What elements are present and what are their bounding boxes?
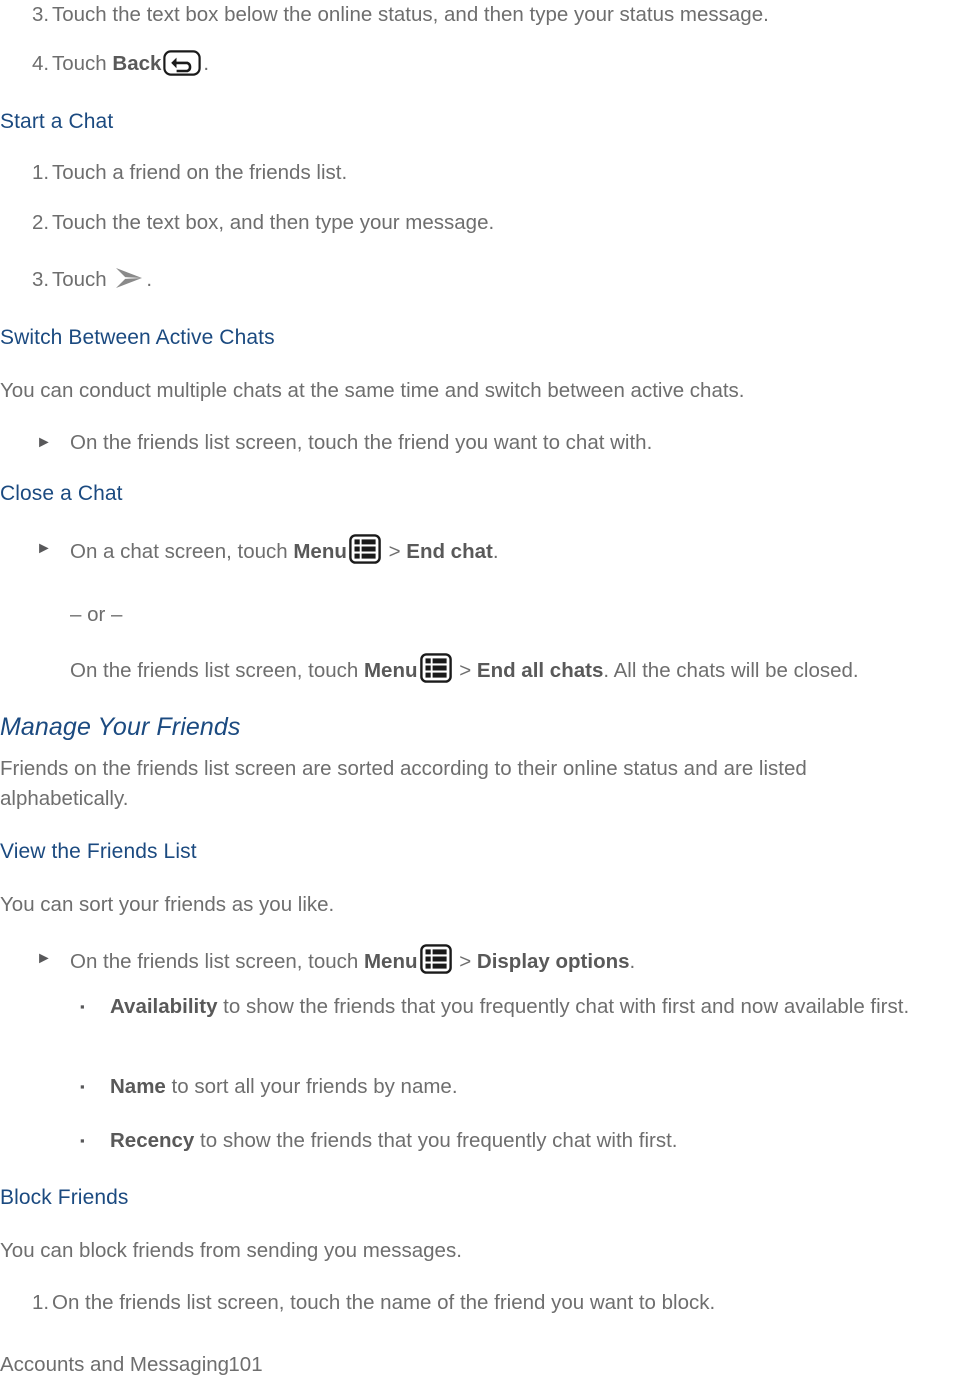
section-heading-view-the-friends-list: View the Friends List xyxy=(0,840,197,863)
menu-label: Menu xyxy=(363,950,418,973)
paragraph-switch: You can conduct multiple chats at the sa… xyxy=(0,379,745,402)
end-all-chats-label: End all chats xyxy=(476,659,604,682)
name-label: Name xyxy=(110,1075,166,1098)
menu-label: Menu xyxy=(363,659,418,682)
name-desc: to sort all your friends by name. xyxy=(165,1075,458,1098)
square-bullet-icon: ▪ xyxy=(80,1133,85,1148)
list-item: 4. Touch Back. xyxy=(0,49,961,79)
close-alt-suffix: . All the chats will be closed. xyxy=(603,659,859,682)
list-text: Touch the text box, and then type your m… xyxy=(52,211,495,234)
availability-label: Availability xyxy=(110,995,218,1018)
send-icon xyxy=(114,266,144,290)
list-item: 2. Touch the text box, and then type you… xyxy=(0,208,961,238)
paragraph-view: You can sort your friends as you like. xyxy=(0,893,335,916)
close-alt-sep: > xyxy=(453,659,477,682)
document-page: 3. Touch the text box below the online s… xyxy=(0,0,961,1396)
bullet-text: On the friends list screen, touch the fr… xyxy=(70,431,653,454)
list-marker: 1. xyxy=(32,1291,50,1314)
close-bullet-suffix: . xyxy=(492,540,499,563)
list-item: 3. Touch . xyxy=(0,265,961,295)
recency-desc: to show the friends that you frequently … xyxy=(194,1129,678,1152)
back-icon xyxy=(163,50,202,76)
view-bullet-prefix: On the friends list screen, touch xyxy=(70,950,364,973)
menu-icon xyxy=(419,653,452,683)
section-heading-start-a-chat: Start a Chat xyxy=(0,110,114,133)
bullet-text: On the friends list screen, touch Menu >… xyxy=(70,944,961,977)
or-divider: – or – xyxy=(70,603,123,626)
recency-label: Recency xyxy=(110,1129,195,1152)
view-bullet-sep: > xyxy=(453,950,477,973)
close-alt-line: On the friends list screen, touch Menu >… xyxy=(0,653,961,686)
list-item: 3. Touch the text box below the online s… xyxy=(0,0,961,30)
back-label: Back xyxy=(112,52,162,75)
sub-bullet-text: Name to sort all your friends by name. xyxy=(110,1072,961,1102)
list-marker: 4. xyxy=(32,52,50,75)
step-4-prefix: Touch xyxy=(52,52,113,75)
sub-bullet-item: ▪ Name to sort all your friends by name. xyxy=(0,1072,961,1102)
list-marker: 1. xyxy=(32,161,50,184)
close-bullet-prefix: On a chat screen, touch xyxy=(70,540,294,563)
paragraph-manage: Friends on the friends list screen are s… xyxy=(0,757,807,810)
list-marker: 3. xyxy=(32,268,50,291)
footer-page-number: 101 xyxy=(228,1353,263,1376)
close-bullet-sep: > xyxy=(382,540,407,563)
bullet-item: ► On the friends list screen, touch Menu… xyxy=(0,944,961,977)
section-heading-block-friends: Block Friends xyxy=(0,1186,129,1209)
list-text: Touch a friend on the friends list. xyxy=(52,161,348,184)
section-heading-close-a-chat: Close a Chat xyxy=(0,482,123,505)
availability-desc: to show the friends that you frequently … xyxy=(217,995,910,1018)
list-text: On the friends list screen, touch the na… xyxy=(52,1291,716,1314)
list-text: Touch Back. xyxy=(52,49,961,79)
sub-bullet-text: Availability to show the friends that yo… xyxy=(110,992,961,1022)
start-3-suffix: . xyxy=(146,268,153,291)
section-heading-manage-your-friends: Manage Your Friends xyxy=(0,713,241,741)
sub-bullet-item: ▪ Recency to show the friends that you f… xyxy=(0,1126,961,1156)
list-item: 1. Touch a friend on the friends list. xyxy=(0,158,961,188)
display-options-label: Display options xyxy=(476,950,630,973)
paragraph-block: You can block friends from sending you m… xyxy=(0,1239,462,1262)
menu-icon xyxy=(349,534,381,564)
menu-label: Menu xyxy=(293,540,347,563)
list-marker: 2. xyxy=(32,211,50,234)
triangle-bullet-icon: ► xyxy=(36,434,52,451)
view-bullet-suffix: . xyxy=(629,950,636,973)
step-4-suffix: . xyxy=(203,52,210,75)
sub-bullet-text: Recency to show the friends that you fre… xyxy=(110,1126,961,1156)
triangle-bullet-icon: ► xyxy=(36,950,52,967)
section-heading-switch-between-active-chats: Switch Between Active Chats xyxy=(0,326,275,349)
square-bullet-icon: ▪ xyxy=(80,999,85,1014)
sub-bullet-item: ▪ Availability to show the friends that … xyxy=(0,992,961,1022)
start-3-prefix: Touch xyxy=(52,268,113,291)
menu-icon xyxy=(419,944,452,974)
page-footer: Accounts and Messaging 101 xyxy=(0,1350,961,1380)
square-bullet-icon: ▪ xyxy=(80,1079,85,1094)
triangle-bullet-icon: ► xyxy=(36,540,52,557)
list-item: 1. On the friends list screen, touch the… xyxy=(0,1288,961,1318)
list-text: Touch . xyxy=(52,265,961,295)
bullet-text: On a chat screen, touch Menu > End chat. xyxy=(70,534,961,567)
bullet-item: ► On the friends list screen, touch the … xyxy=(0,428,961,458)
list-text: Touch the text box below the online stat… xyxy=(52,3,769,26)
list-marker: 3. xyxy=(32,3,50,26)
close-alt-prefix: On the friends list screen, touch xyxy=(70,659,364,682)
end-chat-label: End chat xyxy=(406,540,493,563)
bullet-item: ► On a chat screen, touch Menu > End cha… xyxy=(0,534,961,567)
